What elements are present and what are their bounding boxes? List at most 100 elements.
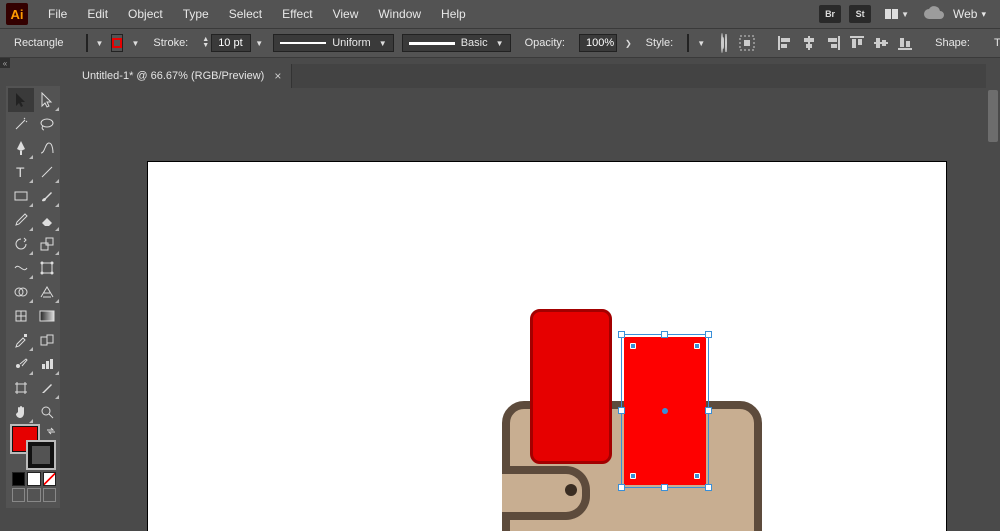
- stroke-weight-value[interactable]: 10 pt: [211, 34, 251, 52]
- sync-icon[interactable]: [923, 6, 945, 22]
- type-tool[interactable]: T: [8, 160, 34, 184]
- fill-stroke-indicator[interactable]: [8, 424, 60, 470]
- stroke-profile[interactable]: Uniform ▼: [273, 34, 394, 52]
- opacity-label: Opacity:: [519, 37, 571, 49]
- free-transform-tool[interactable]: [34, 256, 60, 280]
- menu-view[interactable]: View: [323, 0, 369, 28]
- line-tool[interactable]: [34, 160, 60, 184]
- close-tab-button[interactable]: ×: [274, 69, 281, 83]
- transform-panel-label[interactable]: Transf: [990, 37, 1000, 49]
- width-tool[interactable]: [8, 256, 34, 280]
- hand-tool[interactable]: [8, 400, 34, 424]
- screen-mode-full[interactable]: [27, 488, 40, 502]
- art-wallet-flap[interactable]: [502, 466, 590, 520]
- vertical-scrollbar[interactable]: [986, 88, 1000, 531]
- fill-dropdown[interactable]: ▼: [96, 34, 104, 52]
- rotate-tool[interactable]: [8, 232, 34, 256]
- color-mode-none[interactable]: [43, 472, 56, 486]
- stroke-swatch[interactable]: [111, 34, 123, 52]
- stock-button[interactable]: St: [849, 5, 871, 23]
- scrollbar-thumb[interactable]: [988, 90, 998, 142]
- shape-panel-label[interactable]: Shape:: [931, 37, 974, 49]
- blend-tool[interactable]: [34, 328, 60, 352]
- gradient-tool[interactable]: [34, 304, 60, 328]
- curvature-tool[interactable]: [34, 136, 60, 160]
- screen-mode-presentation[interactable]: [43, 488, 56, 502]
- workspace-switcher[interactable]: Web ▾: [953, 7, 994, 21]
- document-tab-title: Untitled-1* @ 66.67% (RGB/Preview): [82, 70, 264, 82]
- resize-handle-tr[interactable]: [705, 331, 712, 338]
- recolor-artwork-button[interactable]: [721, 33, 723, 53]
- align-bottom-button[interactable]: [895, 33, 915, 53]
- anchor-point[interactable]: [630, 473, 636, 479]
- magic-wand-tool[interactable]: [8, 112, 34, 136]
- resize-handle-bm[interactable]: [661, 484, 668, 491]
- bridge-button[interactable]: Br: [819, 5, 841, 23]
- stroke-weight-stepper[interactable]: ▲▼ 10 pt ▼: [202, 34, 265, 52]
- menu-window[interactable]: Window: [368, 0, 431, 28]
- artboard-tool[interactable]: [8, 376, 34, 400]
- graphic-style-swatch[interactable]: [687, 34, 689, 52]
- art-red-rect-left[interactable]: [530, 309, 612, 464]
- resize-handle-ml[interactable]: [618, 407, 625, 414]
- menu-object[interactable]: Object: [118, 0, 173, 28]
- swap-fill-stroke-icon[interactable]: [46, 426, 56, 436]
- lasso-tool[interactable]: [34, 112, 60, 136]
- resize-handle-tl[interactable]: [618, 331, 625, 338]
- opacity-value[interactable]: 100%: [579, 34, 617, 52]
- color-mode-solid[interactable]: [12, 472, 25, 486]
- brush-definition[interactable]: Basic ▼: [402, 34, 511, 52]
- column-graph-tool[interactable]: [34, 352, 60, 376]
- isolate-button[interactable]: [739, 33, 755, 53]
- resize-handle-tm[interactable]: [661, 331, 668, 338]
- zoom-tool[interactable]: [34, 400, 60, 424]
- menu-edit[interactable]: Edit: [77, 0, 118, 28]
- align-hcenter-button[interactable]: [799, 33, 819, 53]
- mesh-tool[interactable]: [8, 304, 34, 328]
- workspace-name: Web: [953, 7, 977, 21]
- perspective-grid-tool[interactable]: [34, 280, 60, 304]
- align-top-button[interactable]: [847, 33, 867, 53]
- menu-select[interactable]: Select: [219, 0, 272, 28]
- anchor-point[interactable]: [630, 343, 636, 349]
- anchor-point[interactable]: [694, 343, 700, 349]
- align-left-button[interactable]: [775, 33, 795, 53]
- style-label: Style:: [640, 37, 680, 49]
- opacity-dropdown[interactable]: ❯: [625, 34, 632, 52]
- style-dropdown[interactable]: ▼: [697, 34, 705, 52]
- menu-help[interactable]: Help: [431, 0, 476, 28]
- color-mode-gradient[interactable]: [27, 472, 40, 486]
- align-right-button[interactable]: [823, 33, 843, 53]
- resize-handle-bl[interactable]: [618, 484, 625, 491]
- menu-type[interactable]: Type: [173, 0, 219, 28]
- canvas-area[interactable]: [72, 88, 986, 531]
- resize-handle-br[interactable]: [705, 484, 712, 491]
- align-vcenter-button[interactable]: [871, 33, 891, 53]
- stroke-color-indicator[interactable]: [28, 442, 54, 468]
- selection-tool[interactable]: [8, 88, 34, 112]
- slice-tool[interactable]: [34, 376, 60, 400]
- menu-effect[interactable]: Effect: [272, 0, 322, 28]
- anchor-point[interactable]: [694, 473, 700, 479]
- pencil-tool[interactable]: [8, 208, 34, 232]
- scale-tool[interactable]: [34, 232, 60, 256]
- stroke-dropdown[interactable]: ▼: [131, 34, 139, 52]
- eyedropper-tool[interactable]: [8, 328, 34, 352]
- art-wallet-snap[interactable]: [565, 484, 577, 496]
- selection-bounding-box[interactable]: [621, 334, 709, 488]
- collapsed-panel-handle[interactable]: «: [0, 58, 10, 68]
- shape-builder-tool[interactable]: [8, 280, 34, 304]
- direct-selection-tool[interactable]: [34, 88, 60, 112]
- paintbrush-tool[interactable]: [34, 184, 60, 208]
- symbol-sprayer-tool[interactable]: [8, 352, 34, 376]
- fill-swatch[interactable]: [86, 34, 88, 52]
- menu-file[interactable]: File: [38, 0, 77, 28]
- pen-tool[interactable]: [8, 136, 34, 160]
- arrange-documents-button[interactable]: ▼: [879, 9, 915, 19]
- rectangle-tool[interactable]: [8, 184, 34, 208]
- document-tab[interactable]: Untitled-1* @ 66.67% (RGB/Preview) ×: [72, 64, 292, 88]
- resize-handle-mr[interactable]: [705, 407, 712, 414]
- stroke-profile-label: Uniform: [332, 37, 371, 49]
- eraser-tool[interactable]: [34, 208, 60, 232]
- screen-mode-normal[interactable]: [12, 488, 25, 502]
